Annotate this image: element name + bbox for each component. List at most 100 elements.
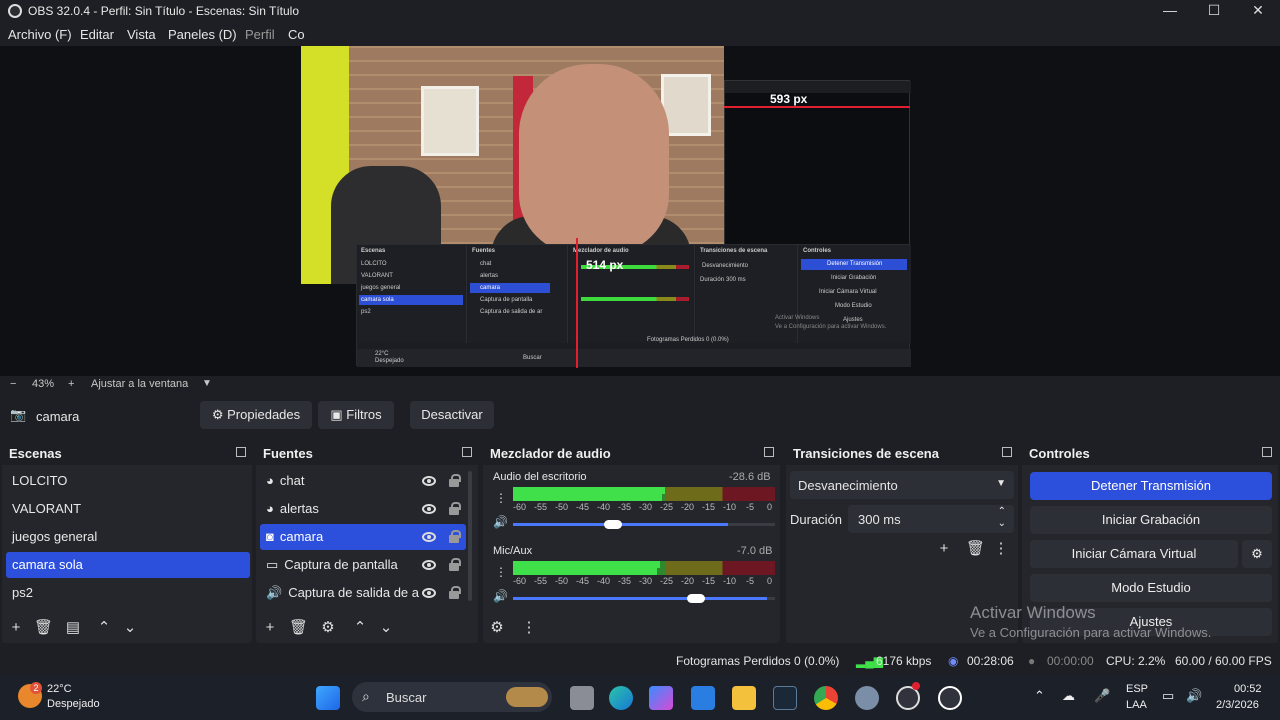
kebab-menu-icon[interactable]: ⋮ xyxy=(521,620,537,636)
cloud-icon[interactable]: ☁ xyxy=(1062,688,1075,704)
source-toolbar: 📷 camara ⚙ Propiedades ▣ Filtros Desacti… xyxy=(0,397,1280,437)
scene-item-juegos-general[interactable]: juegos general xyxy=(6,524,250,550)
move-up-icon[interactable]: ⌃ xyxy=(352,620,368,636)
filters-button[interactable]: ▣ Filtros xyxy=(318,401,394,429)
volume-slider-knob[interactable] xyxy=(604,520,622,529)
speaker-icon[interactable]: 🔊 xyxy=(493,515,508,529)
eye-icon[interactable] xyxy=(422,560,436,570)
mini-scene: camara sola xyxy=(361,297,394,303)
zoom-out-button[interactable]: − xyxy=(10,378,16,390)
scene-item-camara-sola[interactable]: camara sola xyxy=(6,552,250,578)
speaker-icon[interactable]: 🔊 xyxy=(493,589,508,603)
add-source-icon[interactable]: + xyxy=(262,620,278,636)
spin-up-icon[interactable]: ⌃ xyxy=(998,506,1006,517)
trash-icon[interactable]: 🗑 xyxy=(289,620,308,636)
store-icon[interactable] xyxy=(691,686,715,710)
advanced-audio-gear-icon[interactable]: ⚙ xyxy=(489,620,505,636)
source-item-alertas[interactable]: ◕ alertas xyxy=(260,496,466,522)
studio-mode-button[interactable]: Modo Estudio xyxy=(1030,574,1272,602)
lock-icon[interactable] xyxy=(449,558,461,571)
eye-icon[interactable] xyxy=(422,476,436,486)
dock-float-icon[interactable] xyxy=(1002,447,1012,457)
move-down-icon[interactable]: ⌄ xyxy=(378,620,394,636)
virtual-camera-button[interactable]: Iniciar Cámara Virtual xyxy=(1030,540,1238,568)
move-up-icon[interactable]: ⌃ xyxy=(96,620,112,636)
volume-slider-track[interactable] xyxy=(513,520,775,529)
chrome-icon[interactable] xyxy=(814,686,838,710)
network-icon[interactable]: ▭ xyxy=(1162,688,1174,704)
lock-icon[interactable] xyxy=(449,586,461,599)
task-view-icon[interactable] xyxy=(570,686,594,710)
dock-float-icon[interactable] xyxy=(462,447,472,457)
search-app-icon[interactable] xyxy=(938,686,962,710)
sources-scrollbar[interactable] xyxy=(468,471,472,601)
gear-icon[interactable]: ⚙ xyxy=(1242,540,1272,568)
trash-icon[interactable]: 🗑 xyxy=(966,541,985,557)
volume-icon[interactable]: 🔊 xyxy=(1186,688,1202,704)
source-item-chat[interactable]: ◕ chat xyxy=(260,468,466,494)
windows-start-icon[interactable] xyxy=(316,686,340,710)
chevron-up-icon[interactable]: ⌃ xyxy=(1034,688,1045,704)
eye-icon[interactable] xyxy=(422,532,436,542)
steam-icon[interactable] xyxy=(773,686,797,710)
properties-button[interactable]: ⚙ Propiedades xyxy=(200,401,312,429)
eye-icon[interactable] xyxy=(422,504,436,514)
settings-icon[interactable] xyxy=(855,686,879,710)
source-item-camara[interactable]: ◙ camara xyxy=(260,524,466,550)
lock-icon[interactable] xyxy=(449,502,461,515)
kebab-menu-icon[interactable]: ⋮ xyxy=(495,491,507,505)
menu-editar[interactable]: Editar xyxy=(80,27,114,42)
dock-float-icon[interactable] xyxy=(764,447,774,457)
menu-vista[interactable]: Vista xyxy=(127,27,156,42)
add-scene-icon[interactable]: + xyxy=(8,620,24,636)
folder-icon[interactable] xyxy=(732,686,756,710)
menu-perfil[interactable]: Perfil xyxy=(245,27,275,42)
transition-select[interactable]: Desvanecimiento ▼ xyxy=(790,471,1014,499)
clock-date[interactable]: 2/3/2026 xyxy=(1216,699,1259,711)
chevron-down-icon[interactable]: ▼ xyxy=(202,378,212,389)
scene-item-ps2[interactable]: ps2 xyxy=(6,580,250,606)
move-down-icon[interactable]: ⌄ xyxy=(122,620,138,636)
scene-item-valorant[interactable]: VALORANT xyxy=(6,496,250,522)
menu-archivo[interactable]: Archivo (F) xyxy=(8,27,72,42)
scenes-title: Escenas xyxy=(9,446,62,461)
deactivate-button[interactable]: Desactivar xyxy=(410,401,494,429)
trash-icon[interactable]: 🗑 xyxy=(34,620,53,636)
lock-icon[interactable] xyxy=(449,474,461,487)
kebab-menu-icon[interactable]: ⋮ xyxy=(495,565,507,579)
minimize-button[interactable]: — xyxy=(1148,0,1192,22)
zoom-in-button[interactable]: + xyxy=(68,378,74,390)
menu-paneles[interactable]: Paneles (D) xyxy=(168,27,237,42)
edge-icon[interactable] xyxy=(609,686,633,710)
eye-icon[interactable] xyxy=(422,588,436,598)
close-button[interactable]: ✕ xyxy=(1236,0,1280,22)
gear-icon[interactable]: ⚙ xyxy=(320,620,336,636)
kebab-menu-icon[interactable]: ⋮ xyxy=(993,541,1009,557)
dock-float-icon[interactable] xyxy=(236,447,246,457)
stop-stream-button[interactable]: Detener Transmisión xyxy=(1030,472,1272,500)
maximize-button[interactable]: ☐ xyxy=(1192,0,1236,22)
lang-primary[interactable]: ESP xyxy=(1126,683,1148,695)
spin-down-icon[interactable]: ⌄ xyxy=(998,518,1006,529)
volume-slider-track[interactable] xyxy=(513,594,775,603)
scene-item-lolcito[interactable]: LOLCITO xyxy=(6,468,250,494)
clock-time[interactable]: 00:52 xyxy=(1234,683,1262,695)
source-item-captura-pantalla[interactable]: ▭ Captura de pantalla xyxy=(260,552,466,578)
scale-tick: -20 xyxy=(681,502,695,512)
volume-slider-knob[interactable] xyxy=(687,594,705,603)
source-item-captura-salida[interactable]: 🔊 Captura de salida de a xyxy=(260,580,466,606)
dock-float-icon[interactable] xyxy=(1262,447,1272,457)
lang-secondary[interactable]: LAA xyxy=(1126,699,1147,711)
start-recording-button[interactable]: Iniciar Grabación xyxy=(1030,506,1272,534)
scene-filter-icon[interactable]: ▤ xyxy=(65,620,81,636)
menu-more[interactable]: Co xyxy=(288,27,305,42)
m365-icon[interactable] xyxy=(649,686,673,710)
preview-canvas[interactable]: 593 px Escenas LOLCITO VALORANT juegos g… xyxy=(0,46,1280,376)
speaker-icon: 🔊 xyxy=(266,585,283,600)
lock-icon[interactable] xyxy=(449,530,461,543)
search-box[interactable]: ⌕ Buscar xyxy=(352,682,552,712)
add-transition-icon[interactable]: + xyxy=(936,541,952,557)
mic-icon[interactable]: 🎤 xyxy=(1094,688,1110,704)
fit-window-button[interactable]: Ajustar a la ventana xyxy=(91,378,188,390)
duration-spinbox[interactable]: 300 ms ⌃ ⌄ xyxy=(848,505,1014,533)
